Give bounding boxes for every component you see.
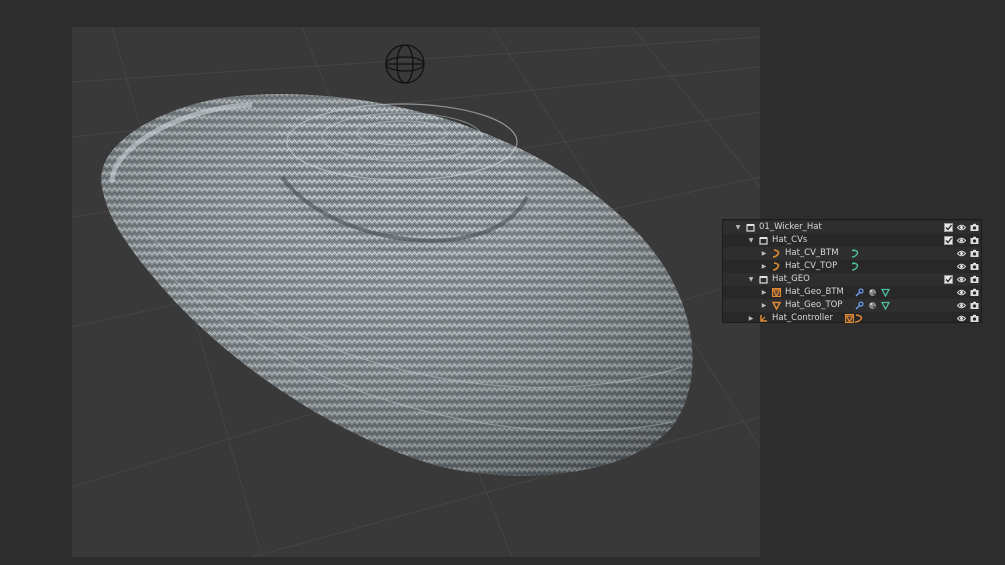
camera-icon[interactable] — [970, 236, 979, 245]
eye-icon[interactable] — [957, 314, 966, 323]
camera-icon[interactable] — [970, 314, 979, 323]
outliner-row-hat-cv-top[interactable]: ▶ Hat_CV_TOP — [723, 260, 981, 273]
eye-icon[interactable] — [957, 288, 966, 297]
camera-icon[interactable] — [970, 249, 979, 258]
eye-icon[interactable] — [957, 223, 966, 232]
outliner-row-hat-controller[interactable]: ▶ Hat_Controller — [723, 312, 981, 325]
expand-arrow-icon[interactable]: ▶ — [760, 247, 768, 260]
exclude-checkbox[interactable] — [944, 275, 953, 284]
outliner-row-label: Hat_Geo_TOP — [785, 300, 843, 310]
exclude-checkbox[interactable] — [944, 223, 953, 232]
outliner-row-hat-cv-btm[interactable]: ▶ Hat_CV_BTM — [723, 247, 981, 260]
mesh-object-icon — [772, 288, 781, 297]
mesh-data-icon[interactable] — [881, 301, 890, 310]
viewport-scene — [72, 27, 760, 557]
collection-icon — [759, 237, 768, 245]
empty-axes-icon — [760, 315, 767, 322]
mesh-data-icon[interactable] — [881, 288, 890, 297]
eye-icon[interactable] — [957, 236, 966, 245]
wicker-hat-mesh — [101, 94, 693, 476]
exclude-checkbox[interactable] — [944, 236, 953, 245]
expand-arrow-icon[interactable]: ▶ — [760, 260, 768, 273]
outliner-row-label: 01_Wicker_Hat — [759, 222, 822, 232]
3d-viewport[interactable] — [72, 27, 760, 557]
outliner-row-hat-cvs[interactable]: ▼ Hat_CVs — [723, 234, 981, 247]
outliner-row-hat-geo-btm[interactable]: ▶ Hat_Geo_BTM — [723, 286, 981, 299]
expand-arrow-icon[interactable]: ▶ — [760, 299, 768, 312]
collection-icon — [746, 224, 755, 232]
outliner-row-label: Hat_Geo_BTM — [785, 287, 844, 297]
outliner-row-label: Hat_CVs — [772, 235, 808, 245]
curve-modifier-icon[interactable] — [850, 262, 860, 271]
expand-arrow-icon[interactable]: ▼ — [747, 234, 755, 247]
camera-icon[interactable] — [970, 223, 979, 232]
mesh-object-icon — [772, 301, 781, 310]
outliner-row-label: Hat_GEO — [772, 274, 810, 284]
eye-icon[interactable] — [957, 275, 966, 284]
expand-arrow-icon[interactable]: ▼ — [734, 221, 742, 234]
outliner-panel: ▼ 01_Wicker_Hat ▼ Hat_CVs ▶ Hat_CV_BTM ▶… — [722, 219, 982, 323]
curve-modifier-icon[interactable] — [850, 249, 860, 258]
outliner-row-label: Hat_CV_TOP — [785, 261, 838, 271]
outliner-row-hat-geo[interactable]: ▼ Hat_GEO — [723, 273, 981, 286]
expand-arrow-icon[interactable]: ▶ — [760, 286, 768, 299]
outliner-row-label: Hat_Controller — [772, 313, 833, 323]
child-objects-icon[interactable] — [845, 314, 865, 323]
wrench-icon[interactable] — [855, 301, 864, 310]
outliner-row-hat-geo-top[interactable]: ▶ Hat_Geo_TOP — [723, 299, 981, 312]
camera-icon[interactable] — [970, 288, 979, 297]
camera-icon[interactable] — [970, 275, 979, 284]
curve-icon — [772, 249, 780, 258]
eye-icon[interactable] — [957, 301, 966, 310]
material-icon[interactable] — [868, 288, 877, 297]
curve-icon — [772, 262, 780, 271]
camera-icon[interactable] — [970, 262, 979, 271]
expand-arrow-icon[interactable]: ▼ — [747, 273, 755, 286]
eye-icon[interactable] — [957, 262, 966, 271]
expand-arrow-icon[interactable]: ▶ — [747, 312, 755, 325]
material-icon[interactable] — [868, 301, 877, 310]
camera-icon[interactable] — [970, 301, 979, 310]
eye-icon[interactable] — [957, 249, 966, 258]
outliner-row-label: Hat_CV_BTM — [785, 248, 839, 258]
collection-icon — [759, 276, 768, 284]
view-gizmo — [385, 44, 425, 84]
outliner-row-01-wicker-hat[interactable]: ▼ 01_Wicker_Hat — [723, 221, 981, 234]
wrench-icon[interactable] — [855, 288, 864, 297]
